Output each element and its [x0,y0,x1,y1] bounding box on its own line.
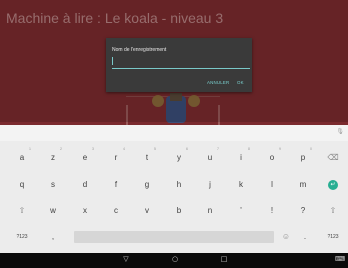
enter-key[interactable]: ↵ [318,172,348,198]
key-apostrophe[interactable]: ' [226,198,256,224]
keyboard-row-4: ?123 , ☺ . ?123 [0,224,348,250]
key-k[interactable]: k [226,172,256,198]
symbols-key-left[interactable]: ?123 [7,224,37,250]
home-icon[interactable]: ○ [167,255,183,263]
key-w[interactable]: w [38,198,68,224]
text-cursor [112,57,113,65]
key-e[interactable]: e3 [70,145,100,171]
symbols-key-right[interactable]: ?123 [318,224,348,250]
key-l[interactable]: l [257,172,287,198]
key-v[interactable]: v [132,198,162,224]
key-i[interactable]: i8 [226,145,256,171]
key-question[interactable]: ? [288,198,318,224]
key-a[interactable]: a1 [7,145,37,171]
key-p[interactable]: p0 [288,145,318,171]
cancel-button[interactable]: ANNULER [207,80,229,85]
shift-right-key[interactable]: ⇧ [318,198,348,224]
back-icon[interactable]: ▽ [118,255,134,263]
backspace-icon: ⌫ [327,153,339,162]
key-exclamation[interactable]: ! [257,198,287,224]
key-q[interactable]: q [7,172,37,198]
backspace-key[interactable]: ⌫ [318,145,348,171]
ok-button[interactable]: OK [237,80,244,85]
key-period[interactable]: . [290,224,320,250]
key-o[interactable]: o9 [257,145,287,171]
shift-left-key[interactable]: ⇧ [7,198,37,224]
key-comma[interactable]: , [38,224,68,250]
key-x[interactable]: x [70,198,100,224]
system-navigation-bar: ▽ ○ □ ⌨ [0,253,348,268]
key-c[interactable]: c [101,198,131,224]
recording-name-dialog: Nom de l'enregistrement ANNULER OK [106,38,252,92]
microphone-icon[interactable]: 🎙 [336,128,344,135]
dialog-label: Nom de l'enregistrement [112,47,167,53]
key-g[interactable]: g [132,172,162,198]
key-j[interactable]: j [195,172,225,198]
key-f[interactable]: f [101,172,131,198]
keyboard-row-3: ⇧ w x c v b n ' ! ? ⇧ [0,198,348,224]
key-b[interactable]: b [164,198,194,224]
keyboard-switch-icon[interactable]: ⌨ [332,255,348,263]
space-bar[interactable] [74,231,274,243]
enter-icon: ↵ [328,180,338,190]
keyboard-row-2: q s d f g h j k l m ↵ [0,172,348,198]
recents-icon[interactable]: □ [216,255,232,263]
key-y[interactable]: y6 [164,145,194,171]
recording-name-input[interactable] [112,56,250,69]
key-n[interactable]: n [195,198,225,224]
key-m[interactable]: m [288,172,318,198]
key-s[interactable]: s [38,172,68,198]
key-t[interactable]: t5 [132,145,162,171]
key-h[interactable]: h [164,172,194,198]
keyboard-row-1: a1 z2 e3 r4 t5 y6 u7 i8 o9 p0 ⌫ [0,145,348,171]
keyboard-suggestion-bar: 🎙 [0,125,348,141]
soft-keyboard: 🎙 a1 z2 e3 r4 t5 y6 u7 i8 o9 p0 ⌫ q s d … [0,125,348,253]
key-u[interactable]: u7 [195,145,225,171]
key-z[interactable]: z2 [38,145,68,171]
key-d[interactable]: d [70,172,100,198]
key-r[interactable]: r4 [101,145,131,171]
